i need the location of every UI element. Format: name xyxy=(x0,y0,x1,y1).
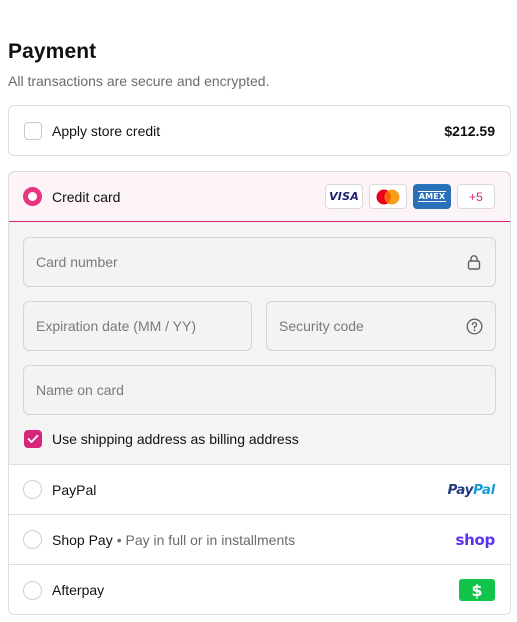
credit-card-radio[interactable] xyxy=(23,187,42,206)
shop-pay-label: Shop Pay xyxy=(52,531,113,548)
mastercard-logo xyxy=(369,184,407,209)
name-on-card-field[interactable]: Name on card xyxy=(23,365,496,415)
card-number-placeholder: Card number xyxy=(36,254,118,270)
store-credit-amount: $212.59 xyxy=(444,122,495,139)
credit-card-option[interactable]: Credit card VISA AMEX +5 xyxy=(9,172,510,222)
paypal-option[interactable]: PayPal PayPal xyxy=(9,464,510,514)
amex-logo: AMEX xyxy=(413,184,451,209)
credit-card-label: Credit card xyxy=(52,188,121,205)
expiration-date-field[interactable]: Expiration date (MM / YY) xyxy=(23,301,252,351)
afterpay-radio[interactable] xyxy=(23,580,42,600)
visa-logo: VISA xyxy=(325,184,363,209)
paypal-logo: PayPal xyxy=(447,481,495,498)
store-credit-checkbox[interactable] xyxy=(24,121,42,140)
credit-card-form: Card number Expiration date (MM / YY) Se… xyxy=(9,222,510,464)
billing-address-label: Use shipping address as billing address xyxy=(52,431,299,447)
page-subtitle: All transactions are secure and encrypte… xyxy=(8,73,270,89)
shop-pay-option[interactable]: Shop Pay • Pay in full or in installment… xyxy=(9,514,510,564)
paypal-radio[interactable] xyxy=(23,480,42,499)
lock-icon xyxy=(465,253,483,271)
expiration-date-placeholder: Expiration date (MM / YY) xyxy=(36,318,197,334)
billing-address-option[interactable]: Use shipping address as billing address xyxy=(24,430,299,448)
afterpay-option[interactable]: Afterpay $ xyxy=(9,564,510,614)
afterpay-logo: $ xyxy=(459,579,495,601)
shop-pay-logo: shop xyxy=(455,530,496,549)
card-number-field[interactable]: Card number xyxy=(23,237,496,287)
security-code-placeholder: Security code xyxy=(279,318,364,334)
payment-methods: Credit card VISA AMEX +5 Card number Exp… xyxy=(8,171,511,615)
security-code-field[interactable]: Security code xyxy=(266,301,496,351)
afterpay-label: Afterpay xyxy=(52,582,105,598)
paypal-label: PayPal xyxy=(52,481,97,498)
store-credit-option[interactable]: Apply store credit $212.59 xyxy=(8,105,511,156)
checkmark-icon xyxy=(27,434,39,443)
help-icon[interactable] xyxy=(465,317,483,335)
name-on-card-placeholder: Name on card xyxy=(36,382,124,398)
more-cards-badge: +5 xyxy=(457,184,495,209)
store-credit-label: Apply store credit xyxy=(52,122,161,139)
page-title: Payment xyxy=(8,40,97,63)
billing-address-checkbox[interactable] xyxy=(24,430,42,448)
shop-pay-subtitle: • Pay in full or in installments xyxy=(116,531,296,548)
card-brand-logos: VISA AMEX +5 xyxy=(325,184,495,209)
shop-pay-radio[interactable] xyxy=(23,530,42,549)
